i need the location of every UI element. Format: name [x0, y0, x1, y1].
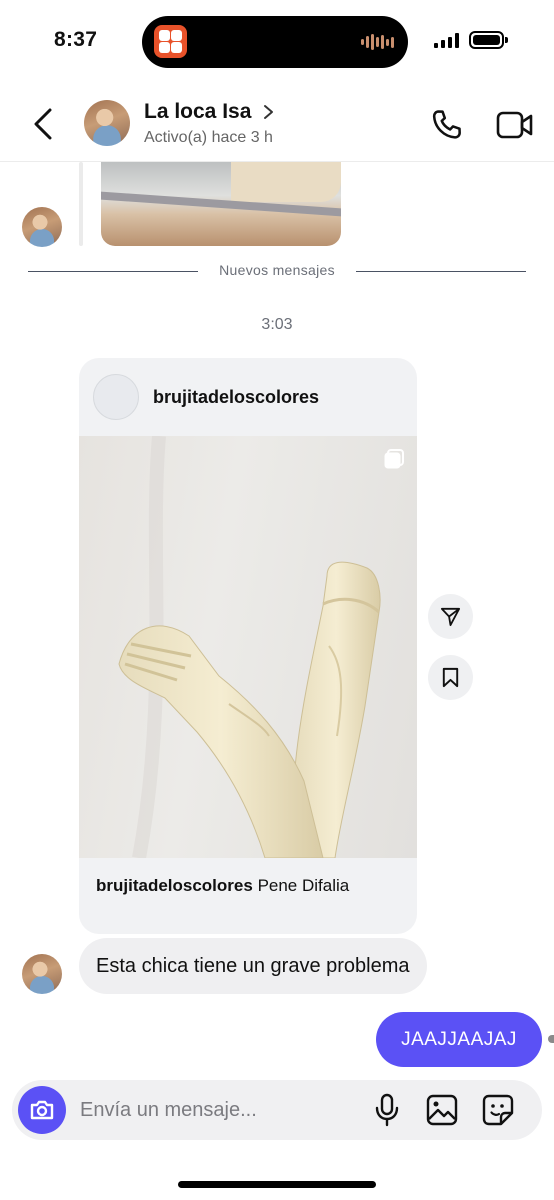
caption-text: Pene Difalia: [257, 876, 350, 895]
reaction-handle: [548, 1035, 554, 1043]
post-image[interactable]: [79, 436, 417, 858]
incoming-message-bubble[interactable]: Esta chica tiene un grave problema: [79, 938, 427, 994]
post-caption: brujitadeloscolores Pene Difalia: [96, 876, 349, 896]
chevron-right-icon[interactable]: [262, 102, 276, 122]
signal-icon: [434, 33, 459, 48]
carousel-icon: [384, 449, 404, 469]
caption-username[interactable]: brujitadeloscolores: [96, 876, 253, 895]
sender-avatar[interactable]: [22, 207, 62, 247]
chat-header: La loca Isa Activo(a) hace 3 h: [0, 90, 554, 162]
dynamic-island: [142, 16, 408, 68]
battery-icon: [469, 31, 508, 49]
video-camera-icon: [496, 111, 533, 139]
bookmark-icon: [442, 667, 459, 688]
video-call-button[interactable]: [494, 106, 536, 144]
camera-button[interactable]: [18, 1086, 66, 1134]
home-indicator[interactable]: [178, 1181, 376, 1188]
reply-thread-line: [79, 162, 83, 246]
contact-status: Activo(a) hace 3 h: [144, 129, 273, 146]
post-author-avatar[interactable]: [93, 374, 139, 420]
back-button[interactable]: [28, 104, 60, 144]
divider-line-right: [356, 271, 526, 272]
post-username[interactable]: brujitadeloscolores: [153, 387, 319, 408]
save-post-button[interactable]: [428, 655, 473, 700]
outgoing-message-bubble[interactable]: JAAJJAAJAJ: [376, 1012, 542, 1067]
previous-image-message[interactable]: [101, 162, 341, 246]
camera-icon: [30, 1100, 54, 1120]
contact-avatar[interactable]: [84, 100, 130, 146]
message-timestamp: 3:03: [261, 316, 293, 333]
sticker-icon: [482, 1094, 514, 1126]
paper-plane-icon: [440, 607, 461, 627]
sticker-button[interactable]: [480, 1092, 516, 1128]
message-input[interactable]: [80, 1094, 360, 1126]
share-post-button[interactable]: [428, 594, 473, 639]
microphone-icon: [375, 1093, 399, 1127]
chevron-left-icon: [34, 108, 52, 140]
message-composer: [12, 1080, 542, 1140]
audio-waveform-icon: [361, 34, 394, 50]
voice-message-button[interactable]: [373, 1092, 401, 1128]
shared-post-card[interactable]: brujitadeloscolores brujitadeloscolores …: [79, 358, 417, 934]
phone-icon: [432, 110, 461, 139]
voice-call-button[interactable]: [428, 106, 466, 144]
image-icon: [426, 1094, 458, 1126]
divider-line-left: [28, 271, 198, 272]
sender-avatar[interactable]: [22, 954, 62, 994]
status-time: 8:37: [54, 28, 98, 51]
contact-name[interactable]: La loca Isa: [144, 100, 251, 124]
gallery-button[interactable]: [424, 1092, 460, 1128]
live-activity-app-icon: [154, 25, 187, 58]
new-messages-divider: Nuevos mensajes: [219, 262, 335, 278]
